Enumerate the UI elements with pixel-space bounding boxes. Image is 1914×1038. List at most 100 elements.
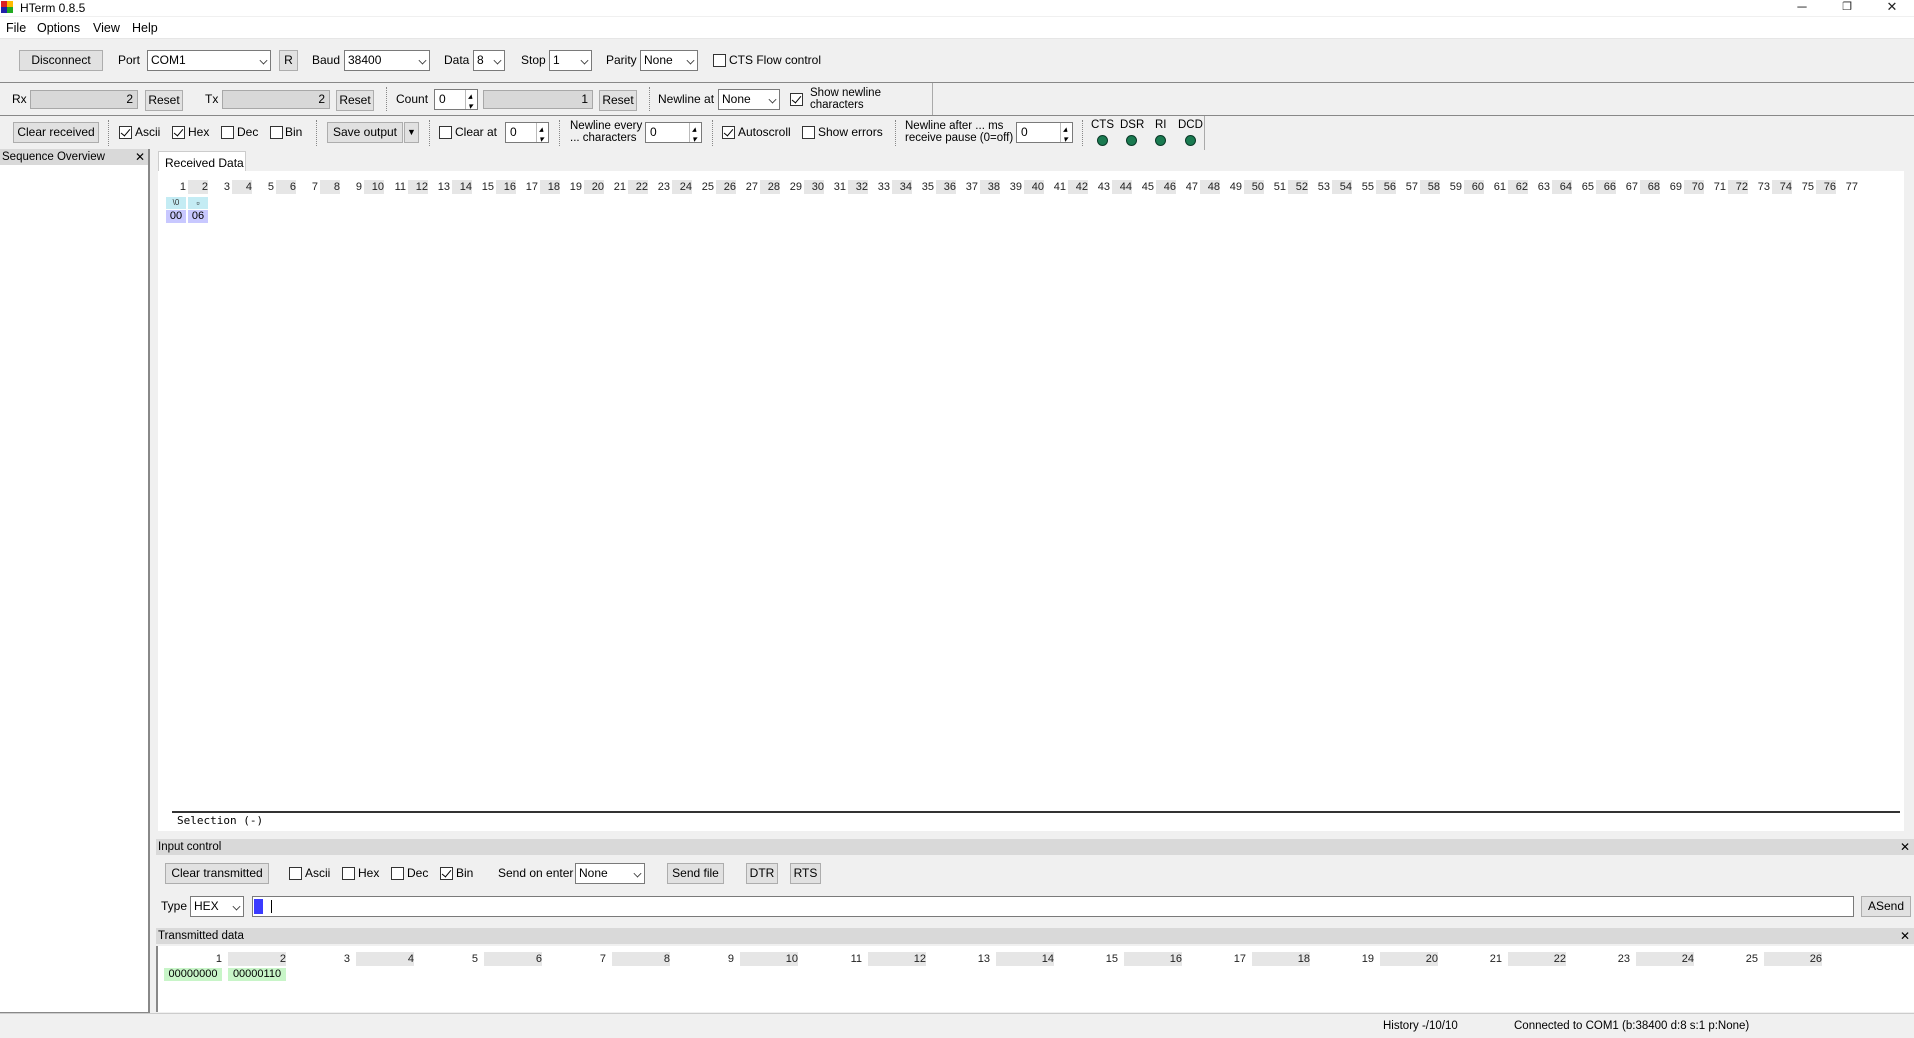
toolbar-separator xyxy=(429,120,431,146)
column-number: 21 xyxy=(1489,953,1502,965)
tx-bin-cell[interactable]: 00000110 xyxy=(228,968,286,981)
selection-divider xyxy=(172,811,1900,813)
send-input[interactable] xyxy=(252,896,1854,917)
column-number: 27 xyxy=(745,181,758,193)
asend-button[interactable]: ASend xyxy=(1861,896,1911,917)
column-number: 75 xyxy=(1801,181,1814,193)
newline-at-value: None xyxy=(722,92,751,106)
rx-dec-label: Dec xyxy=(237,125,259,139)
clear-at-checkbox[interactable] xyxy=(439,126,452,139)
column-number: 20 xyxy=(584,180,604,194)
newline-every-spinner[interactable]: 0 xyxy=(645,120,702,149)
input-type-select[interactable]: HEX xyxy=(190,896,244,917)
tab-received-data[interactable]: Received Data xyxy=(158,151,246,172)
column-number: 51 xyxy=(1273,181,1286,193)
rx-dec-checkbox[interactable] xyxy=(221,126,234,139)
hex-cell[interactable]: 06 xyxy=(188,210,208,223)
save-output-button[interactable]: Save output xyxy=(327,122,403,143)
hex-cell[interactable]: 00 xyxy=(166,210,186,223)
column-number: 61 xyxy=(1493,181,1506,193)
dsr-signal-label: DSR xyxy=(1120,119,1145,131)
tx-bin-cell[interactable]: 00000000 xyxy=(164,968,222,981)
disconnect-button[interactable]: Disconnect xyxy=(19,50,103,71)
toolbar-separator xyxy=(895,120,897,146)
column-number: 3 xyxy=(223,181,230,193)
column-number: 58 xyxy=(1420,180,1440,194)
parity-select[interactable]: None xyxy=(640,50,698,71)
stop-bits-value: 1 xyxy=(553,53,560,67)
column-number: 1 xyxy=(179,181,186,193)
spinner-arrows-icon[interactable] xyxy=(689,120,701,149)
rx-reset-button[interactable]: Reset xyxy=(145,90,183,111)
column-number: 64 xyxy=(1552,180,1572,194)
history-status: History -/10/10 xyxy=(1383,1020,1458,1032)
data-bits-value: 8 xyxy=(477,53,484,67)
clear-received-button[interactable]: Clear received xyxy=(13,122,99,143)
baud-select[interactable]: 38400 xyxy=(344,50,430,71)
data-bits-select[interactable]: 8 xyxy=(473,50,505,71)
rx-hex-checkbox[interactable] xyxy=(172,126,185,139)
ascii-cell[interactable]: ▫ xyxy=(188,197,208,209)
tx-dec-checkbox[interactable] xyxy=(391,867,404,880)
column-number: 44 xyxy=(1112,180,1132,194)
send-on-enter-value: None xyxy=(579,866,608,880)
transmitted-data-title: Transmitted data xyxy=(158,930,244,942)
menu-file[interactable]: File xyxy=(6,21,26,35)
rx-bin-checkbox[interactable] xyxy=(270,126,283,139)
tx-reset-button[interactable]: Reset xyxy=(336,90,374,111)
stop-bits-select[interactable]: 1 xyxy=(549,50,592,71)
autoscroll-checkbox[interactable] xyxy=(722,126,735,139)
clear-transmitted-button[interactable]: Clear transmitted xyxy=(165,863,269,884)
received-scrollbar[interactable] xyxy=(1904,171,1914,831)
cts-flow-checkbox[interactable] xyxy=(713,54,726,67)
spinner-arrows-icon[interactable] xyxy=(1060,120,1072,149)
close-icon[interactable]: ✕ xyxy=(135,149,145,165)
ascii-cell[interactable]: \0 xyxy=(166,197,186,209)
toolbar-separator xyxy=(386,87,388,111)
rx-ascii-label: Ascii xyxy=(135,125,161,139)
close-button[interactable]: ✕ xyxy=(1870,0,1914,16)
port-label: Port xyxy=(118,53,141,67)
spinner-arrows-icon[interactable] xyxy=(465,87,477,116)
rx-ascii-checkbox[interactable] xyxy=(119,126,132,139)
close-icon[interactable]: ✕ xyxy=(1900,928,1910,944)
data-bits-label: Data xyxy=(444,53,470,67)
title-bar: HTerm 0.8.5 ─ ❐ ✕ xyxy=(0,0,1914,16)
transmitted-data-view[interactable]: 1 2 3 4 5 6 7 8 9 10 11 12 13 14 15 16 17 18 19 20 21 22 23 24 2… xyxy=(156,946,1914,1012)
chevron-down-icon xyxy=(768,95,777,104)
dtr-button[interactable]: DTR xyxy=(746,863,778,884)
tx-ascii-checkbox[interactable] xyxy=(289,867,302,880)
newline-at-label: Newline at xyxy=(658,92,715,106)
menu-options[interactable]: Options xyxy=(37,21,80,35)
menu-view[interactable]: View xyxy=(93,21,120,35)
newline-after-spinner[interactable]: 0 xyxy=(1016,120,1073,149)
show-errors-checkbox[interactable] xyxy=(802,126,815,139)
rx-count-field: 2 xyxy=(30,90,138,109)
save-output-dropdown-button[interactable]: ▼ xyxy=(404,122,419,143)
ri-led-icon xyxy=(1155,135,1166,146)
tx-bin-checkbox[interactable] xyxy=(440,867,453,880)
minimize-button[interactable]: ─ xyxy=(1780,0,1824,16)
newline-at-select[interactable]: None xyxy=(718,89,780,110)
show-newline-checkbox[interactable] xyxy=(790,93,803,106)
column-number: 16 xyxy=(1124,952,1182,966)
tx-hex-checkbox[interactable] xyxy=(342,867,355,880)
spinner-arrows-icon[interactable] xyxy=(536,120,548,149)
count-spinner[interactable]: 0 xyxy=(434,87,478,116)
column-number: 21 xyxy=(613,181,626,193)
refresh-ports-button[interactable]: R xyxy=(279,50,298,71)
column-number: 39 xyxy=(1009,181,1022,193)
send-on-enter-select[interactable]: None xyxy=(575,863,645,884)
column-number: 4 xyxy=(356,952,414,966)
port-select[interactable]: COM1 xyxy=(147,50,271,71)
close-icon[interactable]: ✕ xyxy=(1900,839,1910,855)
newline-every-value: 0 xyxy=(650,125,657,139)
menu-help[interactable]: Help xyxy=(132,21,158,35)
restore-button[interactable]: ❐ xyxy=(1825,0,1869,16)
count-reset-button[interactable]: Reset xyxy=(599,90,637,111)
send-file-button[interactable]: Send file xyxy=(667,863,724,884)
rts-button[interactable]: RTS xyxy=(790,863,821,884)
clear-at-spinner[interactable]: 0 xyxy=(505,120,549,149)
chevron-down-icon xyxy=(418,56,427,65)
received-data-view[interactable]: 1 2 3 4 5 6 7 8 9 10 11 12 13 14 15 16 17 18 19 20 21 22 23 24 2… xyxy=(158,171,1914,831)
